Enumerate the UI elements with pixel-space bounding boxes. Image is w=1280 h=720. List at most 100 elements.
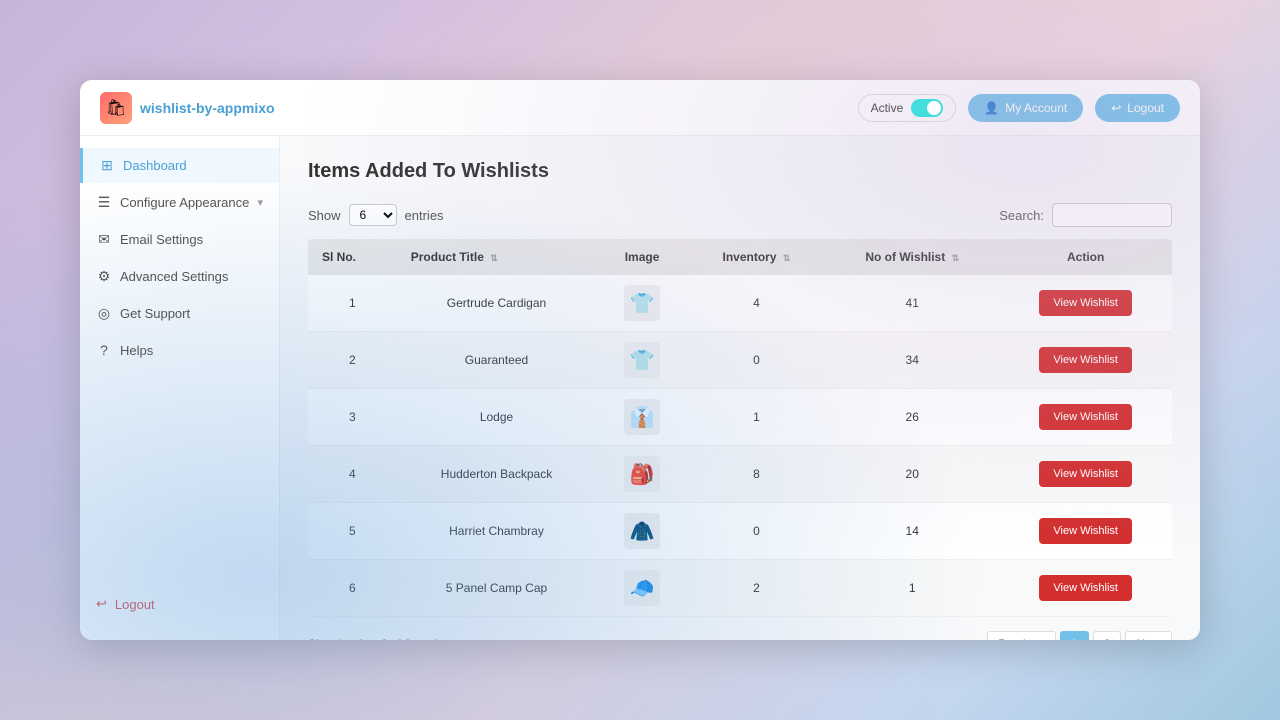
cell-title: Harriet Chambray <box>397 503 597 560</box>
next-button[interactable]: Next <box>1125 631 1172 640</box>
cell-sl: 1 <box>308 275 397 332</box>
active-toggle[interactable]: Active <box>858 94 957 122</box>
sidebar-item-configure-label: Configure Appearance <box>120 195 249 210</box>
sidebar-item-helps-label: Helps <box>120 343 153 358</box>
entries-select[interactable]: 6 10 25 <box>349 204 397 226</box>
table-footer: Showing 1 to 6 of 6 entries Previous 1 2… <box>308 631 1172 640</box>
dashboard-icon: ⊞ <box>99 157 115 174</box>
previous-button[interactable]: Previous <box>987 631 1056 640</box>
product-image: 👔 <box>624 399 660 435</box>
view-wishlist-button[interactable]: View Wishlist <box>1039 575 1132 601</box>
app-window: wishlist-by-appmixo Active 👤 My Account … <box>80 80 1200 640</box>
cell-image: 🎒 <box>596 446 688 503</box>
data-table: Sl No. Product Title ⇅ Image Inventory ⇅… <box>308 239 1172 617</box>
view-wishlist-button[interactable]: View Wishlist <box>1039 518 1132 544</box>
cell-inventory: 4 <box>688 275 825 332</box>
table-row: 1 Gertrude Cardigan 👕 4 41 View Wishlist <box>308 275 1172 332</box>
settings-icon: ⚙ <box>96 268 112 285</box>
cell-inventory: 2 <box>688 560 825 617</box>
entries-label: entries <box>405 208 444 223</box>
view-wishlist-button[interactable]: View Wishlist <box>1039 461 1132 487</box>
cell-image: 👔 <box>596 389 688 446</box>
cell-image: 👕 <box>596 332 688 389</box>
my-account-label: My Account <box>1005 101 1067 115</box>
table-row: 5 Harriet Chambray 🧥 0 14 View Wishlist <box>308 503 1172 560</box>
table-body: 1 Gertrude Cardigan 👕 4 41 View Wishlist… <box>308 275 1172 617</box>
logout-icon: ↩ <box>96 596 107 612</box>
cell-wishlist-count: 41 <box>825 275 999 332</box>
table-header: Sl No. Product Title ⇅ Image Inventory ⇅… <box>308 239 1172 275</box>
col-no-of-wishlist: No of Wishlist ⇅ <box>825 239 999 275</box>
product-image: 👕 <box>624 285 660 321</box>
showing-text: Showing 1 to 6 of 6 entries <box>308 637 450 640</box>
col-product-title: Product Title ⇅ <box>397 239 597 275</box>
search-area: Search: <box>999 203 1172 227</box>
cell-wishlist-count: 20 <box>825 446 999 503</box>
col-action: Action <box>999 239 1172 275</box>
logout-top-icon: ↩ <box>1111 101 1121 115</box>
user-icon: 👤 <box>984 101 999 115</box>
cell-action: View Wishlist <box>999 560 1172 617</box>
active-label: Active <box>871 101 904 115</box>
search-input[interactable] <box>1052 203 1172 227</box>
table-row: 6 5 Panel Camp Cap 🧢 2 1 View Wishlist <box>308 560 1172 617</box>
cell-action: View Wishlist <box>999 503 1172 560</box>
sidebar-logout-label: Logout <box>115 597 155 612</box>
product-image: 🎒 <box>624 456 660 492</box>
sidebar-item-advanced-settings[interactable]: ⚙ Advanced Settings <box>80 259 279 294</box>
cell-sl: 6 <box>308 560 397 617</box>
sidebar-item-dashboard[interactable]: ⊞ Dashboard <box>80 148 279 183</box>
cell-inventory: 0 <box>688 332 825 389</box>
search-label: Search: <box>999 208 1044 223</box>
table-controls: Show 6 10 25 entries Search: <box>308 203 1172 227</box>
view-wishlist-button[interactable]: View Wishlist <box>1039 290 1132 316</box>
cell-wishlist-count: 14 <box>825 503 999 560</box>
view-wishlist-button[interactable]: View Wishlist <box>1039 404 1132 430</box>
sidebar-item-support-label: Get Support <box>120 306 190 321</box>
cell-inventory: 1 <box>688 389 825 446</box>
my-account-button[interactable]: 👤 My Account <box>968 94 1083 122</box>
show-entries: Show 6 10 25 entries <box>308 204 444 226</box>
page-title: Items Added To Wishlists <box>308 160 1172 183</box>
logo-area: wishlist-by-appmixo <box>100 92 275 124</box>
cell-title: 5 Panel Camp Cap <box>397 560 597 617</box>
help-icon: ? <box>96 342 112 358</box>
cell-sl: 3 <box>308 389 397 446</box>
page-2-button[interactable]: 2 <box>1093 631 1122 640</box>
chevron-down-icon: ▾ <box>257 196 263 209</box>
sidebar-item-advanced-label: Advanced Settings <box>120 269 228 284</box>
app-logo-text: wishlist-by-appmixo <box>140 100 275 116</box>
page-1-button[interactable]: 1 <box>1060 631 1089 640</box>
toggle-switch[interactable] <box>911 99 943 117</box>
cell-inventory: 0 <box>688 503 825 560</box>
sidebar-nav: ⊞ Dashboard ☰ Configure Appearance ▾ ✉ E… <box>80 148 279 367</box>
cell-title: Gertrude Cardigan <box>397 275 597 332</box>
cell-sl: 4 <box>308 446 397 503</box>
cell-wishlist-count: 26 <box>825 389 999 446</box>
sidebar-item-email-settings[interactable]: ✉ Email Settings <box>80 222 279 257</box>
sidebar-item-configure-appearance[interactable]: ☰ Configure Appearance ▾ <box>80 185 279 220</box>
col-inventory: Inventory ⇅ <box>688 239 825 275</box>
pagination: Previous 1 2 Next <box>987 631 1172 640</box>
cell-wishlist-count: 34 <box>825 332 999 389</box>
sidebar-logout-button[interactable]: ↩ Logout <box>96 592 263 616</box>
sidebar-item-helps[interactable]: ? Helps <box>80 333 279 367</box>
table-row: 2 Guaranteed 👕 0 34 View Wishlist <box>308 332 1172 389</box>
cell-title: Lodge <box>397 389 597 446</box>
support-icon: ◎ <box>96 305 112 322</box>
sidebar-item-dashboard-label: Dashboard <box>123 158 187 173</box>
logout-top-button[interactable]: ↩ Logout <box>1095 94 1180 122</box>
cell-sl: 5 <box>308 503 397 560</box>
cell-image: 🧢 <box>596 560 688 617</box>
view-wishlist-button[interactable]: View Wishlist <box>1039 347 1132 373</box>
cell-action: View Wishlist <box>999 446 1172 503</box>
product-image: 🧢 <box>624 570 660 606</box>
main-area: ⊞ Dashboard ☰ Configure Appearance ▾ ✉ E… <box>80 136 1200 640</box>
cell-action: View Wishlist <box>999 389 1172 446</box>
cell-title: Guaranteed <box>397 332 597 389</box>
col-image: Image <box>596 239 688 275</box>
sidebar-item-get-support[interactable]: ◎ Get Support <box>80 296 279 331</box>
cell-action: View Wishlist <box>999 332 1172 389</box>
logout-top-label: Logout <box>1127 101 1164 115</box>
content-area: Items Added To Wishlists Show 6 10 25 en… <box>280 136 1200 640</box>
